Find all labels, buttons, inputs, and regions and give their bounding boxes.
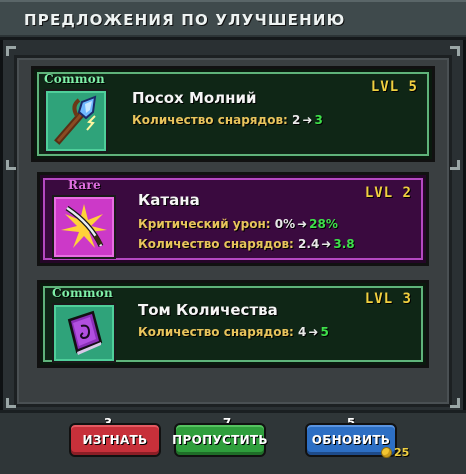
- level-label: LVL 5: [370, 79, 418, 95]
- skip-button[interactable]: ПРОПУСТИТЬ: [172, 423, 268, 457]
- refresh-cost-value: 25: [394, 446, 410, 459]
- banish-button[interactable]: ИЗГНАТЬ: [69, 423, 161, 457]
- arrow-right-icon: ➜: [308, 325, 319, 339]
- stat-current-value: 0%: [274, 217, 296, 231]
- stat-new-value: 3: [314, 113, 323, 127]
- item-icon-frame: [44, 89, 108, 153]
- stat-label: Критический урон:: [138, 217, 271, 231]
- katana-icon: [61, 204, 107, 248]
- frame-corner: [6, 398, 16, 408]
- arrow-right-icon: ➜: [321, 237, 332, 251]
- upgrade-offer-card[interactable]: Rare Катана LVL 2 Критический урон: 0% ➜ 2…: [37, 172, 429, 266]
- item-name: Катана: [138, 191, 200, 209]
- stat-label: Количество снарядов:: [138, 325, 294, 339]
- stat-line: Количество снарядов: 2 ➜ 3: [132, 113, 323, 127]
- rarity-label: Rare: [68, 178, 101, 192]
- stat-new-value: 5: [320, 325, 329, 339]
- stat-line: Критический урон: 0% ➜ 28%: [138, 217, 338, 231]
- refresh-button-label: ОБНОВИТЬ: [311, 433, 391, 447]
- coin-icon: [381, 447, 392, 458]
- spell-tome-icon: [67, 310, 103, 355]
- arrow-right-icon: ➜: [297, 217, 308, 231]
- title-bar: ПРЕДЛОЖЕНИЯ ПО УЛУЧШЕНИЮ: [0, 0, 466, 40]
- level-label: LVL 2: [364, 185, 412, 201]
- stat-label: Количество снарядов:: [138, 237, 294, 251]
- refresh-cost: 25: [381, 446, 409, 459]
- frame-corner: [450, 160, 460, 170]
- rarity-label: Common: [52, 286, 113, 300]
- item-name: Посох Молний: [132, 89, 257, 107]
- stat-current-value: 2.4: [298, 237, 320, 251]
- item-name: Том Количества: [138, 301, 278, 319]
- stat-label: Количество снарядов:: [132, 113, 288, 127]
- upgrade-offer-card[interactable]: Common Посох Молний LVL 5 Количество сна…: [31, 66, 435, 162]
- window-title: ПРЕДЛОЖЕНИЯ ПО УЛУЧШЕНИЮ: [24, 11, 346, 29]
- frame-corner: [6, 160, 16, 170]
- stat-new-value: 3.8: [333, 237, 355, 251]
- frame-corner: [6, 46, 16, 56]
- stat-current-value: 2: [292, 113, 301, 127]
- item-icon-frame: [52, 195, 116, 259]
- stat-current-value: 4: [298, 325, 307, 339]
- level-label: LVL 3: [364, 291, 412, 307]
- arrow-right-icon: ➜: [302, 113, 313, 127]
- banish-button-label: ИЗГНАТЬ: [82, 433, 148, 447]
- stat-new-value: 28%: [309, 217, 338, 231]
- skip-button-label: ПРОПУСТИТЬ: [172, 433, 268, 447]
- stat-line: Количество снарядов: 4 ➜ 5: [138, 325, 329, 339]
- rarity-label: Common: [44, 72, 105, 86]
- lightning-staff-icon: [54, 95, 97, 145]
- frame-corner: [450, 398, 460, 408]
- stat-line: Количество снарядов: 2.4 ➜ 3.8: [138, 237, 355, 251]
- item-icon-frame: [52, 303, 116, 363]
- upgrade-offer-card[interactable]: Common Том Количества LVL 3 Количество с…: [37, 280, 429, 368]
- frame-corner: [450, 46, 460, 56]
